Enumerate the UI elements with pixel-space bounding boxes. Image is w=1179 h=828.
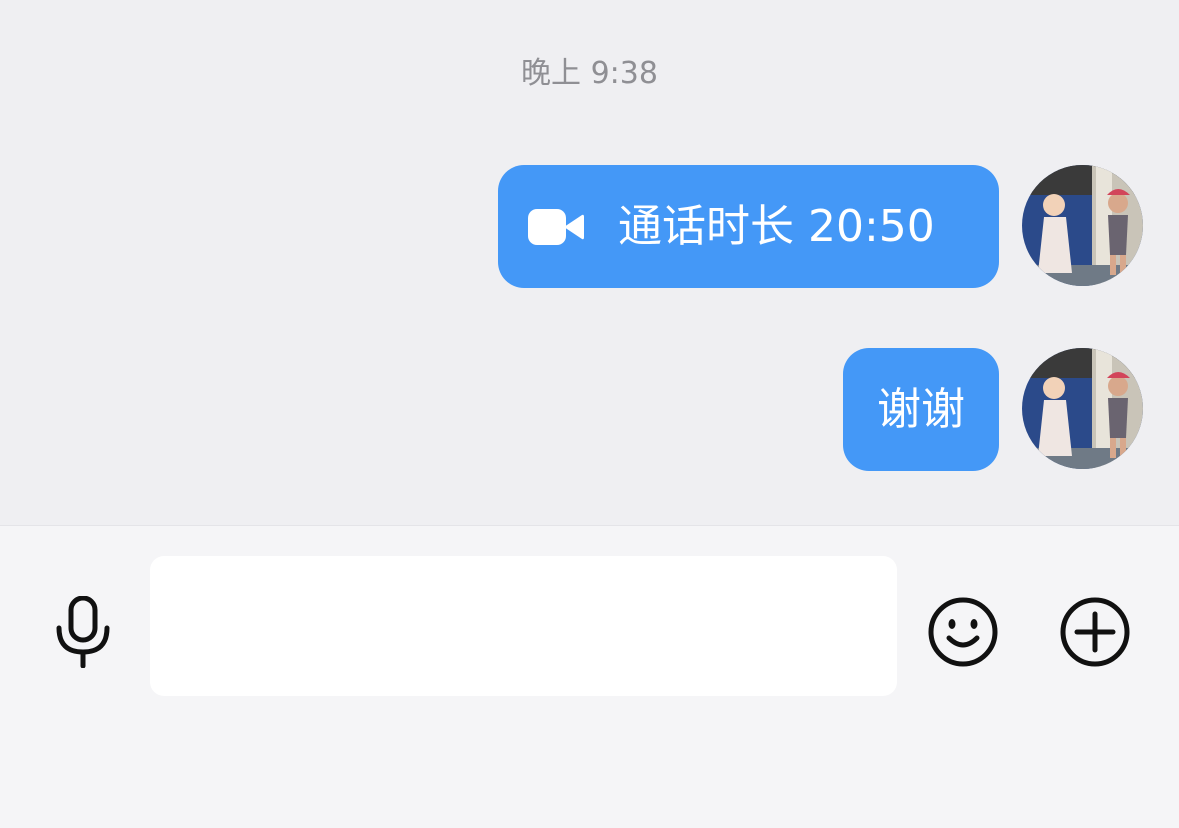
avatar[interactable]	[1022, 348, 1143, 469]
message-bubble[interactable]: 谢谢	[843, 348, 999, 471]
chat-screen: 晚上 9:38 通话时长 20:50 谢谢	[0, 0, 1179, 828]
message-list[interactable]: 晚上 9:38 通话时长 20:50 谢谢	[0, 0, 1179, 525]
video-call-bubble[interactable]: 通话时长 20:50	[498, 165, 999, 288]
avatar-photo	[1022, 165, 1143, 286]
call-duration-text: 通话时长 20:50	[618, 200, 935, 252]
avatar[interactable]	[1022, 165, 1143, 286]
smiley-face-icon[interactable]	[927, 596, 999, 668]
message-input[interactable]	[150, 556, 897, 696]
microphone-icon[interactable]	[52, 596, 114, 668]
avatar-photo	[1022, 348, 1143, 469]
input-bar	[0, 525, 1179, 828]
message-timestamp: 晚上 9:38	[521, 56, 658, 91]
video-camera-icon	[528, 208, 584, 245]
message-text: 谢谢	[877, 383, 965, 435]
plus-circle-icon[interactable]	[1059, 596, 1131, 668]
